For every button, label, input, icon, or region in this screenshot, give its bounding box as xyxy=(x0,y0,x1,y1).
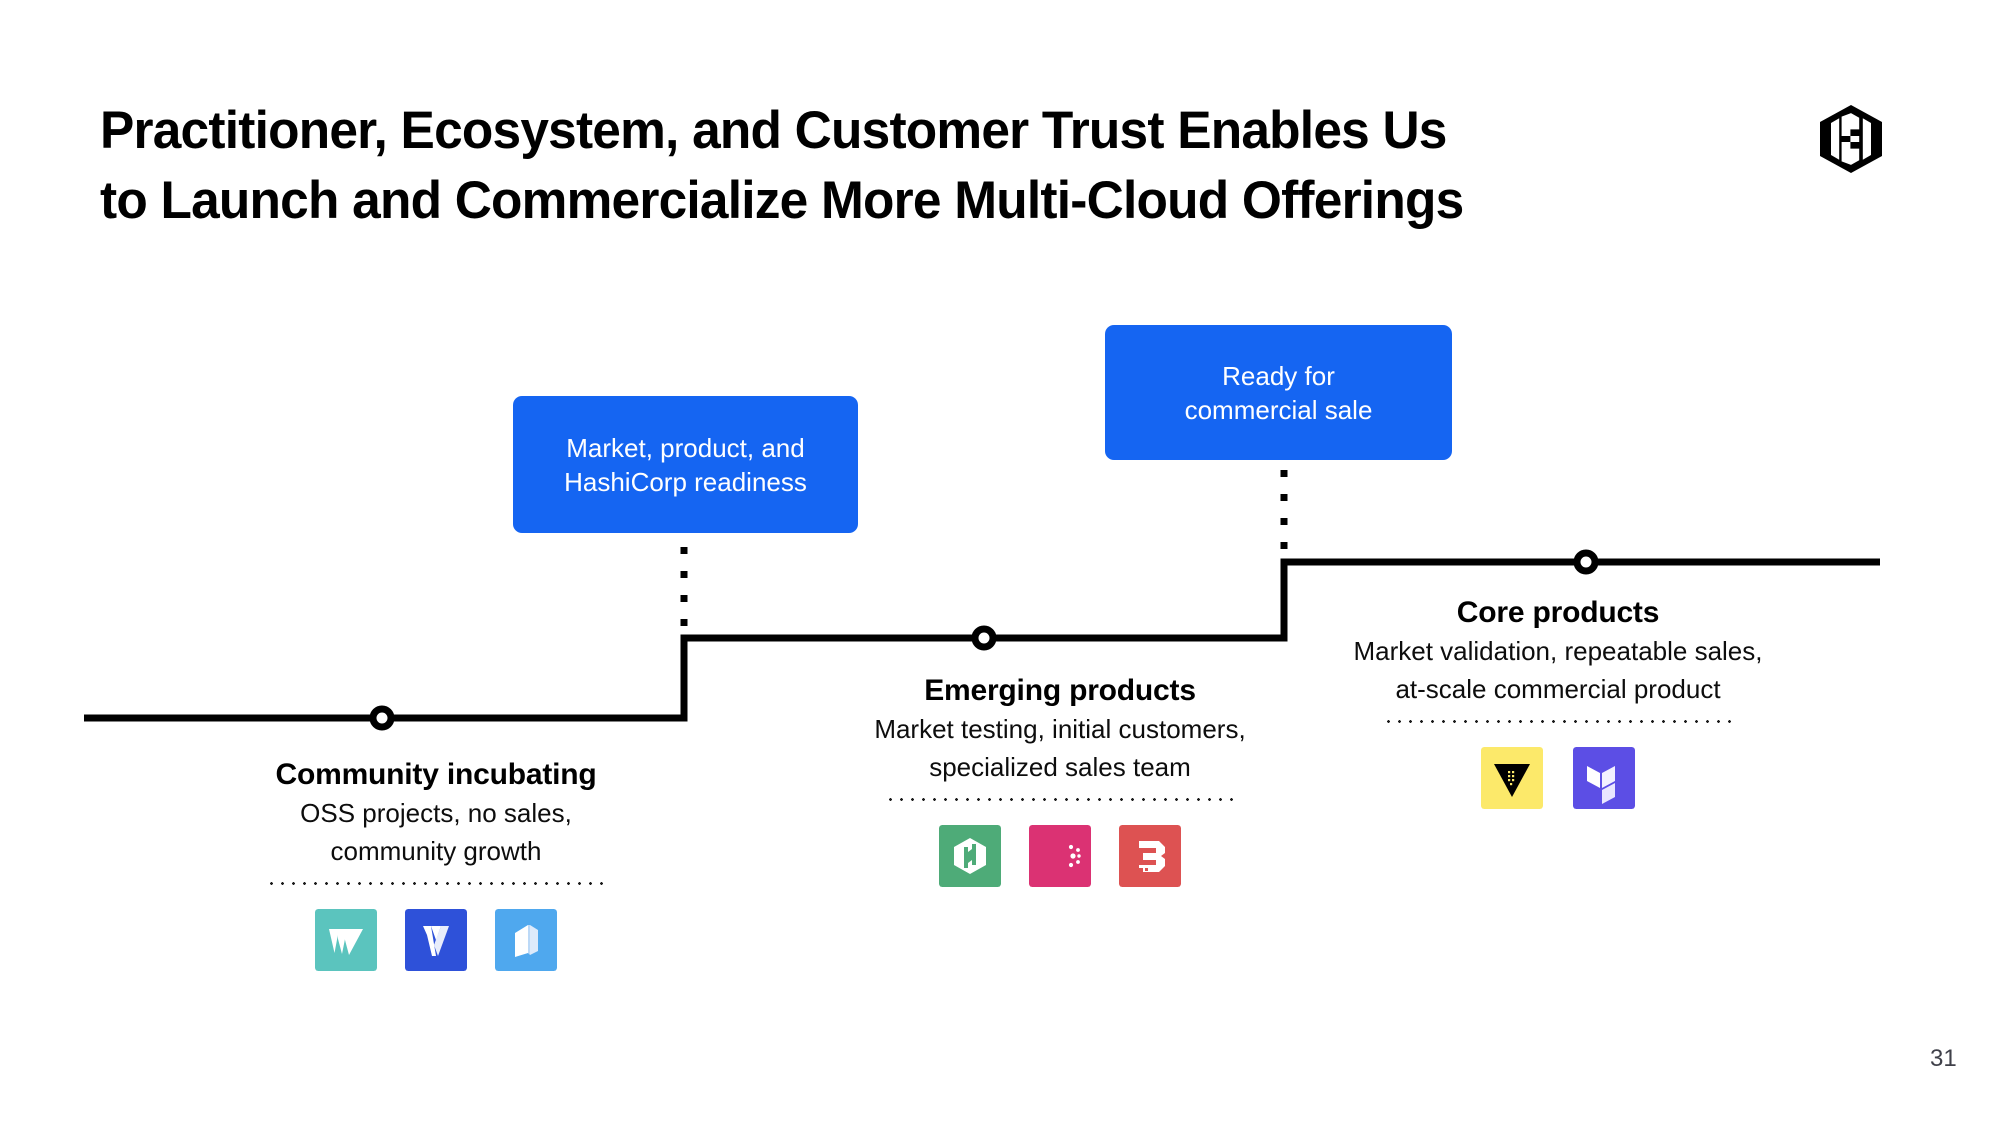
vault-icon xyxy=(1481,747,1543,809)
stage-core-description: Market validation, repeatable sales, at-… xyxy=(1353,636,1763,704)
boundary-icon xyxy=(495,909,557,971)
stage-community-description: OSS projects, no sales, community growth xyxy=(300,798,572,866)
stage-community-divider xyxy=(266,882,606,885)
waypoint-icon xyxy=(315,909,377,971)
callout-commercial-text: Ready for commercial sale xyxy=(1184,360,1373,425)
stage-community-title: Community incubating xyxy=(275,758,597,791)
consul-icon xyxy=(1029,825,1091,887)
vagrant-icon xyxy=(405,909,467,971)
stage-community: Community incubating OSS projects, no sa… xyxy=(96,756,776,971)
page-number: 31 xyxy=(1930,1045,1957,1072)
callout-commercial: Ready for commercial sale xyxy=(1105,325,1452,460)
packer-icon xyxy=(1119,825,1181,887)
stage-core-divider xyxy=(1383,720,1733,723)
stage-community-product-icons xyxy=(96,909,776,971)
page-title: Practitioner, Ecosystem, and Customer Tr… xyxy=(100,101,1464,230)
stage-core-title: Core products xyxy=(1456,596,1660,629)
nomad-icon xyxy=(939,825,1001,887)
stage-core-product-icons xyxy=(1158,747,1958,809)
terraform-icon xyxy=(1573,747,1635,809)
stage-core: Core products Market validation, repeata… xyxy=(1158,594,1958,809)
hashicorp-logo xyxy=(1820,105,1882,173)
callout-readiness: Market, product, and HashiCorp readiness xyxy=(513,396,858,533)
callout-readiness-text: Market, product, and HashiCorp readiness xyxy=(564,432,807,497)
presentation-slide: Practitioner, Ecosystem, and Customer Tr… xyxy=(0,0,2000,1125)
stage-emerging-product-icons xyxy=(690,825,1430,887)
